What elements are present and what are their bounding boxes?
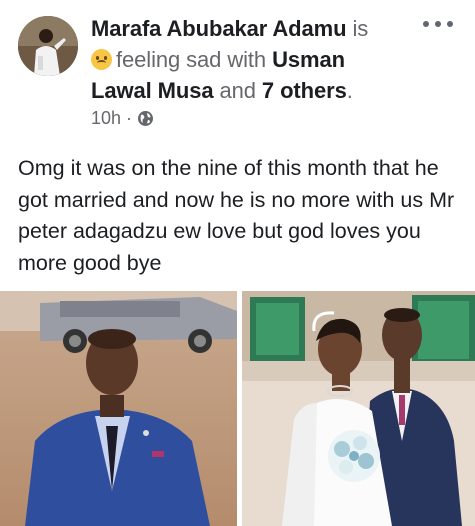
photo-wedding-couple[interactable]	[242, 291, 475, 526]
more-options-icon[interactable]	[423, 16, 453, 32]
feed-post: Marafa Abubakar Adamu is feeling sad wit…	[0, 0, 475, 526]
feeling-text: feeling sad with	[116, 47, 267, 72]
post-timestamp[interactable]: 10h	[91, 108, 121, 129]
sad-face-emoji-icon	[91, 49, 112, 70]
post-header: Marafa Abubakar Adamu is feeling sad wit…	[91, 13, 391, 106]
author-avatar[interactable]	[18, 16, 78, 76]
post-body-text: Omg it was on the nine of this month tha…	[18, 156, 455, 275]
author-name[interactable]: Marafa Abubakar Adamu	[91, 16, 347, 41]
and-text: and	[219, 78, 257, 103]
tagged-others-link[interactable]: 7 others	[262, 78, 347, 103]
period: .	[346, 78, 353, 103]
meta-separator: ·	[126, 108, 133, 128]
post-meta: 10h ·	[91, 108, 154, 129]
photo-man-in-suit[interactable]	[0, 291, 237, 526]
is-text: is	[352, 16, 369, 41]
globe-icon	[137, 110, 154, 127]
